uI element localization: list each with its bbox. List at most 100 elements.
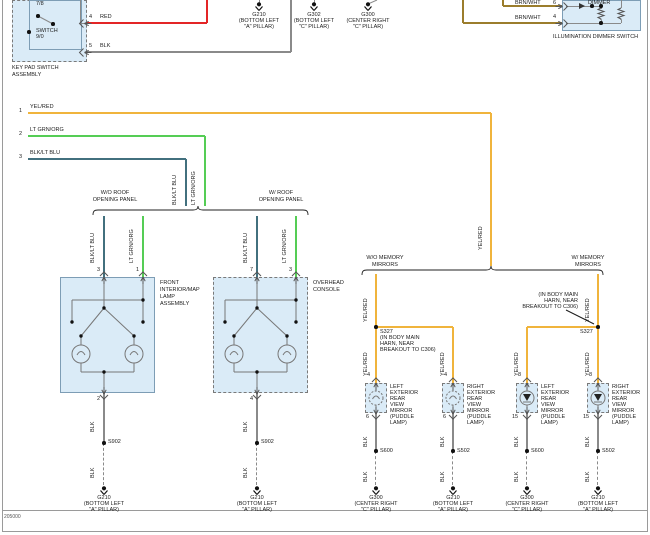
frame-bottom	[2, 530, 647, 532]
wire-brnwht-outer-h	[463, 22, 562, 24]
pin-conn	[99, 271, 109, 284]
splice-s327-right	[596, 325, 600, 329]
pin-6-m2: 6	[443, 414, 447, 420]
pin-conn	[78, 48, 92, 57]
pin-4-m1: 4	[367, 372, 371, 378]
label-blkltblu: BLK/LT BLU	[30, 150, 61, 156]
pin-2-lampA: 2	[97, 396, 101, 402]
vlabel-yelred-main: YEL/RED	[478, 226, 484, 250]
label-ltgrnorg: LT GRN/ORG	[30, 127, 64, 133]
wire-yelred-main-h	[28, 112, 491, 114]
dimmer-res2-bot-stub	[620, 20, 622, 23]
g300-m3-3: "C" PILLAR)	[511, 507, 543, 513]
pin-3-lampB: 3	[289, 267, 293, 273]
ground-g210-m2	[449, 486, 457, 495]
branch-ltgrnorg-1	[142, 216, 144, 277]
wire-brnwht-outer-v	[462, 0, 464, 23]
lampB-title-2: CONSOLE	[313, 287, 340, 293]
ground-g302-top	[310, 2, 318, 11]
wire-label-blk: BLK	[100, 43, 111, 49]
s327-left-note-3: BREAKOUT TO C306)	[380, 347, 436, 353]
pin-4-m2: 4	[444, 372, 448, 378]
pin-conn	[78, 19, 92, 28]
g210-m4-3: "A" PILLAR)	[583, 507, 613, 513]
pin-4-dimmer: 4	[553, 14, 557, 20]
dimmer-label: DIMMER	[588, 0, 611, 6]
vlabel-yelred-w: YEL/RED	[585, 298, 591, 322]
pin-conn	[138, 271, 148, 284]
overhead-console-internals	[223, 277, 298, 393]
w-roof-2: OPENING PANEL	[258, 197, 304, 203]
vlabel-ltgrnorg-feed: LT GRN/ORG	[191, 171, 197, 205]
splice-s327-left	[374, 325, 378, 329]
wire-blk-keypad-up	[290, 0, 292, 52]
mirror3-feed	[526, 327, 528, 383]
mem-right-split-h	[527, 326, 598, 328]
keypad-title-1: KEY PAD SWITCH	[12, 65, 59, 71]
splice-label-s502-1: S502	[457, 448, 470, 454]
ground-g300-top	[364, 2, 372, 11]
lampA-gnd-wire	[103, 393, 105, 443]
lampA-title-1: FRONT	[160, 280, 179, 286]
circuit-2: 2	[19, 131, 23, 137]
dimmer-res2-top-stub	[620, 0, 622, 8]
wo-roof-2: OPENING PANEL	[92, 197, 138, 203]
pin-3-lampA: 3	[97, 267, 101, 273]
branch-ltgrnorg-2	[295, 216, 297, 277]
brnwht-label-2: BRN/WHT	[515, 15, 541, 21]
circuit-1: 1	[19, 108, 23, 114]
ground-g210-lampA	[100, 486, 108, 495]
wo-memory-2: MIRRORS	[372, 262, 398, 268]
ground-g210-top	[255, 2, 263, 11]
roof-panel-brace	[92, 205, 309, 216]
dimmer-title: ILLUMINATION DIMMER SWITCH	[553, 34, 639, 40]
vlabel-blk-m2: BLK	[440, 436, 446, 447]
wire-blk-keypad	[86, 51, 291, 53]
pin-7-lampB: 7	[250, 267, 254, 273]
wire-red	[86, 22, 207, 24]
mirror4-label-7: LAMP)	[612, 420, 629, 426]
pin-8-m4: 8	[589, 372, 593, 378]
pin-4-keypad: 4	[89, 14, 93, 20]
mirror1-gnd-dashed	[375, 451, 377, 485]
splice-label-s902-b: S902	[261, 439, 274, 445]
vlabel-blk-a1: BLK	[90, 421, 96, 432]
wo-roof-1: W/O ROOF	[100, 190, 130, 196]
vlabel-branch-4: LT GRN/ORG	[282, 229, 288, 263]
pin-6-dimmer: 6	[553, 0, 557, 6]
g210-m2-3: "A" PILLAR)	[438, 507, 468, 513]
splice-label-s902-a: S902	[108, 439, 121, 445]
mem-right-drop	[597, 274, 599, 327]
mirror1-label-7: LAMP)	[390, 420, 407, 426]
pin-5-keypad: 5	[89, 43, 93, 49]
frame-right	[646, 0, 648, 532]
lampA-title-2: INTERIOR/MAP	[160, 287, 200, 293]
pin-conn	[593, 407, 603, 420]
pin-conn	[371, 407, 381, 420]
keypad-title-2: ASSEMBLY	[12, 72, 42, 78]
vlabel-branch-1: BLK/LT BLU	[90, 232, 96, 263]
vlabel-blkltblu-feed: BLK/LT BLU	[172, 174, 178, 205]
splice-s502-1	[451, 449, 455, 453]
mirror3-label-7: LAMP)	[541, 420, 558, 426]
lampA-title-3: LAMP	[160, 294, 175, 300]
pin-conn	[291, 271, 301, 284]
branch-blkltblu-2	[256, 216, 258, 277]
vlabel-blk-m4: BLK	[585, 436, 591, 447]
s327-right-label: S327	[580, 329, 593, 335]
wo-memory-1: W/O MEMORY	[366, 255, 404, 261]
w-memory-1: W/ MEMORY	[571, 255, 605, 261]
pin-conn	[555, 2, 569, 11]
pin-conn	[448, 407, 458, 420]
w-memory-2: MIRRORS	[575, 262, 601, 268]
mirror4-gnd-dashed	[597, 451, 599, 485]
g210-lampB-3: "A" PILLAR)	[242, 507, 272, 513]
lampB-title-1: OVERHEAD	[313, 280, 344, 286]
ground-g300-m3	[523, 486, 531, 495]
dimmer-bottom-line	[566, 22, 621, 24]
vlabel-blk-m3b: BLK	[514, 471, 520, 482]
frame-left	[1, 0, 3, 532]
ground-g210-m4	[594, 486, 602, 495]
mem-left-split-h	[376, 326, 453, 328]
branch-blkltblu-1	[103, 216, 105, 277]
